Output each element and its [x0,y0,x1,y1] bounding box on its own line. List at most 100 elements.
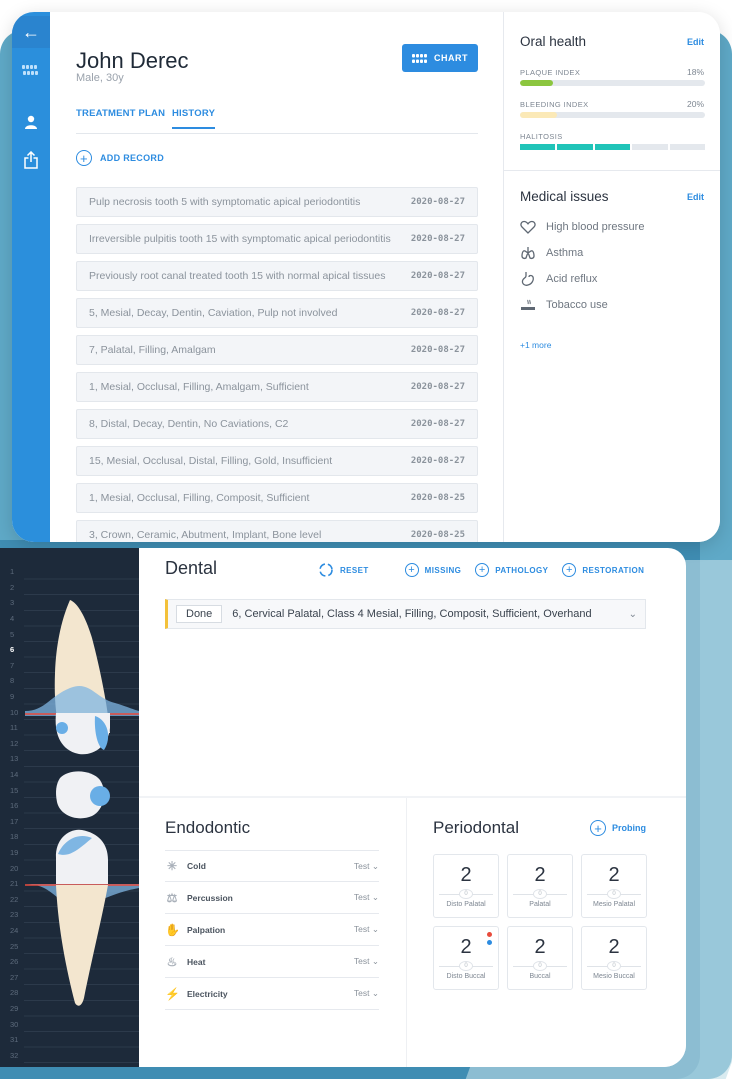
record-text: 7, Palatal, Filling, Amalgam [89,344,216,356]
probing-button[interactable]: + Probing [590,820,646,836]
halitosis-label: HALITOSIS [520,132,563,141]
plus-circle-icon: + [404,563,419,577]
periodontal-label: Mesio Buccal [593,973,635,980]
tab-history[interactable]: HISTORY [172,108,216,129]
patient-history-screen: ← John Derec Male, 30y CHART TREATMENT P… [12,12,720,542]
periodontal-cell[interactable]: 2 0 Buccal [507,926,573,990]
missing-button[interactable]: + MISSING [404,563,462,577]
oral-health-edit-button[interactable]: Edit [687,37,704,47]
periodontal-marker: 0 [587,961,641,971]
halitosis-segment [669,144,706,150]
plus-circle-icon: + [76,150,92,166]
more-issues-link[interactable]: +1 more [520,340,551,350]
record-date: 2020-08-27 [410,271,465,281]
halitosis-segment [557,144,593,150]
record-text: 15, Mesial, Occlusal, Distal, Filling, G… [89,455,333,467]
user-icon [25,115,37,129]
periodontal-value: 2 [460,936,472,958]
record-date: 2020-08-27 [410,234,465,244]
periodontal-label: Buccal [529,973,551,980]
record-row[interactable]: 5, Mesial, Decay, Dentin, Caviation, Pul… [76,298,478,328]
periodontal-value: 2 [460,864,472,886]
test-dropdown[interactable]: Test ⌄ [354,861,379,872]
plaque-index-value: 18% [686,67,704,77]
endodontic-section: Endodontic ✳ Cold Test ⌄ ⚖ Percussion Te… [139,798,405,1067]
tooth-strip: 1 2 3 4 5 6 7 8 9 10 11 12 13 14 15 16 17 18 19 20 21 22 23 24 2… [0,548,139,1067]
status-dot [487,932,492,937]
pathology-button[interactable]: + PATHOLOGY [475,563,548,577]
snowflake-icon: ✳ [166,859,178,873]
plaque-index-fill [520,80,554,86]
halitosis-bar [520,144,706,150]
test-dropdown[interactable]: Test ⌄ [354,956,379,967]
record-row[interactable]: 1, Mesial, Occlusal, Filling, Composit, … [76,483,478,513]
endodontic-row-percussion: ⚖ Percussion Test ⌄ [165,882,379,914]
done-record-row[interactable]: Done 6, Cervical Palatal, Class 4 Mesial… [165,599,646,629]
periodontal-section: Periodontal + Probing 2 0 Disto Palatal 2 0 P… [406,798,686,1067]
pathology-label: PATHOLOGY [495,565,549,575]
periodontal-cell[interactable]: 2 0 Mesio Buccal [581,926,647,990]
record-row[interactable]: Pulp necrosis tooth 5 with symptomatic a… [76,187,478,217]
restoration-button[interactable]: + RESTORATION [562,563,644,577]
periodontal-cell[interactable]: 2 0 Disto Palatal [433,854,499,918]
record-text: Previously root canal treated tooth 15 w… [89,270,386,282]
done-badge[interactable]: Done [176,605,223,623]
periodontal-marker-value: 0 [607,961,621,971]
tab-treatment-plan[interactable]: TREATMENT PLAN [76,108,165,127]
sidebar-item-share[interactable] [12,144,50,176]
sidebar-item-teeth[interactable] [12,54,50,86]
record-date: 2020-08-27 [410,197,465,207]
add-record-button[interactable]: + ADD RECORD [76,150,164,166]
record-text: 1, Mesial, Occlusal, Filling, Composit, … [89,492,310,504]
reset-icon [319,563,333,577]
periodontal-value: 2 [534,864,546,886]
test-dropdown[interactable]: Test ⌄ [354,924,379,935]
halitosis-segment [520,144,556,150]
reset-label: RESET [340,565,369,575]
record-row[interactable]: 15, Mesial, Occlusal, Distal, Filling, G… [76,446,478,476]
lungs-icon [521,247,535,260]
medical-issues-edit-button[interactable]: Edit [687,192,704,202]
plus-circle-icon: + [562,563,577,577]
periodontal-cell[interactable]: 2 0 Palatal [507,854,573,918]
missing-label: MISSING [424,565,462,575]
record-row[interactable]: Irreversible pulpitis tooth 15 with symp… [76,224,478,254]
record-row[interactable]: 3, Crown, Ceramic, Abutment, Implant, Bo… [76,520,478,542]
periodontal-cell[interactable]: 2 0 Disto Buccal [433,926,499,990]
probing-label: Probing [612,823,646,833]
endodontic-row-label: Electricity [187,988,228,999]
medical-issue-item: High blood pressure [520,219,644,235]
reset-button[interactable]: RESET [318,562,369,578]
status-dot [487,940,492,945]
patient-name: John Derec [76,48,189,73]
plus-circle-icon: + [475,563,490,577]
back-button[interactable]: ← [12,16,50,48]
chevron-down-icon[interactable]: ⌄ [629,609,637,620]
endodontic-row-palpation: ✋ Palpation Test ⌄ [165,914,379,946]
record-row[interactable]: 8, Distal, Decay, Dentin, No Caviations,… [76,409,478,439]
endodontic-row-label: Cold [187,861,206,871]
record-date: 2020-08-25 [410,493,465,503]
share-icon [24,151,38,169]
chart-button[interactable]: CHART [402,44,478,72]
test-dropdown[interactable]: Test ⌄ [354,892,379,903]
record-text: Irreversible pulpitis tooth 15 with symp… [89,233,391,245]
right-panel: Oral health Edit PLAQUE INDEX 18% BLEEDI… [503,12,720,542]
record-text: 5, Mesial, Decay, Dentin, Caviation, Pul… [89,307,338,319]
periodontal-cell[interactable]: 2 0 Mesio Palatal [581,854,647,918]
sidebar-item-user[interactable] [12,106,50,138]
record-row[interactable]: Previously root canal treated tooth 15 w… [76,261,478,291]
plus-circle-icon: + [590,820,606,836]
test-dropdown[interactable]: Test ⌄ [354,988,379,999]
panel-divider [504,170,720,171]
record-date: 2020-08-27 [410,308,465,318]
medical-issue-item: Acid reflux [520,271,597,287]
record-row[interactable]: 1, Mesial, Occlusal, Filling, Amalgam, S… [76,372,478,402]
periodontal-label: Disto Palatal [446,901,486,908]
patient-meta: Male, 30y [76,72,124,84]
periodontal-value: 2 [608,864,620,886]
periodontal-marker-value: 0 [533,889,547,899]
periodontal-value: 2 [608,936,620,958]
record-row[interactable]: 7, Palatal, Filling, Amalgam 2020-08-27 [76,335,478,365]
medical-issue-label: Asthma [546,247,584,259]
